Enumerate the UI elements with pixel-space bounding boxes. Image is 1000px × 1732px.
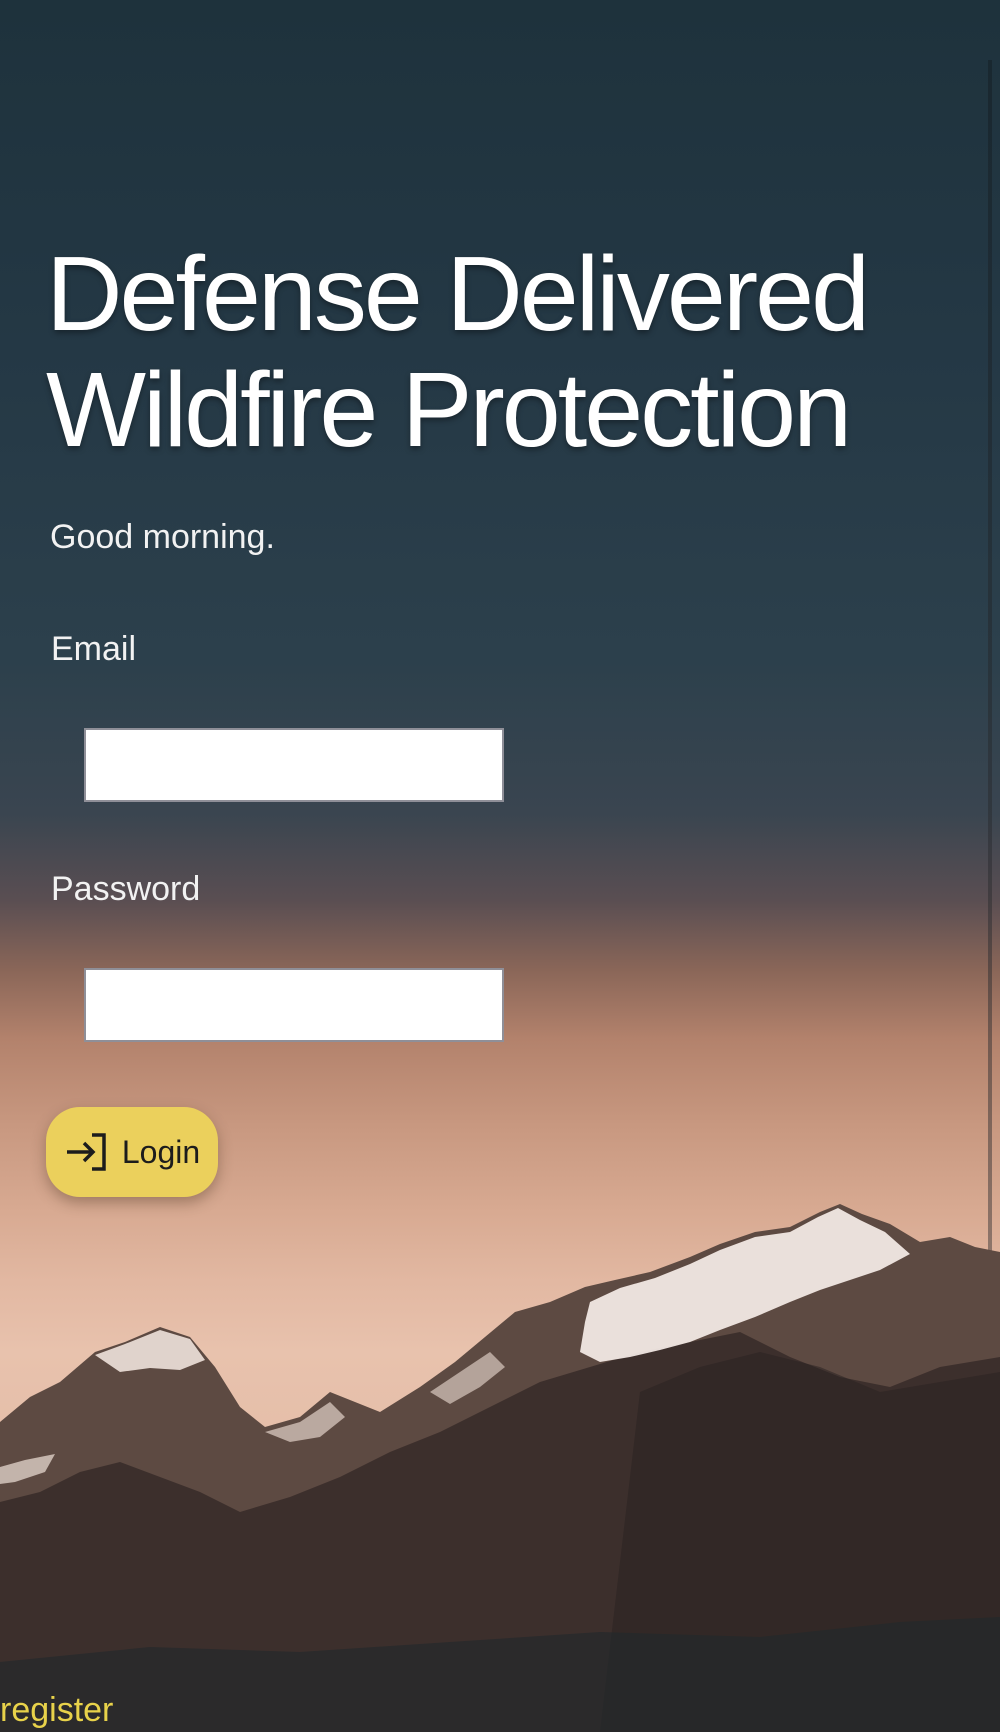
login-button[interactable]: Login [46, 1107, 218, 1197]
hero-title-line-2: Wildfire Protection [46, 351, 852, 469]
login-arrow-icon [66, 1133, 106, 1171]
register-link[interactable]: register [0, 1690, 113, 1730]
hero-title: Defense Delivered Wildfire Protection [46, 235, 870, 469]
email-field[interactable] [84, 728, 504, 802]
password-label: Password [51, 870, 201, 908]
mountain-background-image [0, 1204, 1000, 1732]
password-field[interactable] [84, 968, 504, 1042]
email-label: Email [51, 630, 137, 668]
hero-title-line-1: Defense Delivered [46, 235, 870, 353]
login-screen: Defense Delivered Wildfire Protection Go… [0, 0, 1000, 1732]
greeting-text: Good morning. [50, 518, 275, 556]
login-button-label: Login [121, 1133, 201, 1170]
